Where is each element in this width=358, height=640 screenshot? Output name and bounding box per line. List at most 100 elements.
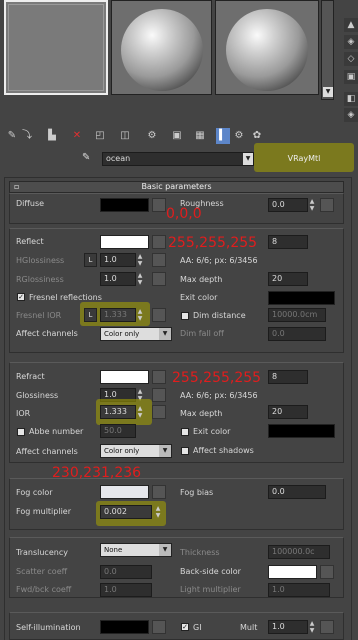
material-id-icon[interactable]: ⚙: [145, 128, 159, 144]
reflect-maxdepth-label: Max depth: [180, 275, 223, 284]
get-material-icon[interactable]: ✎: [5, 128, 19, 144]
translucency-mode: None: [104, 546, 123, 554]
material-slot-2[interactable]: [111, 0, 212, 95]
hgloss-spinner[interactable]: 1.0: [100, 253, 136, 267]
fog-rgb-annotation: 230,231,236: [52, 465, 142, 481]
affect-shadows-checkbox[interactable]: [181, 447, 189, 455]
abbe-spinner[interactable]: 50.0: [100, 424, 136, 438]
fog-color-map-button[interactable]: [152, 485, 166, 499]
refract-gloss-map-button[interactable]: [152, 388, 166, 402]
eyedropper-icon[interactable]: ✎: [82, 152, 94, 166]
reflect-maxdepth-spinner[interactable]: 20: [268, 272, 308, 286]
make-unique-icon[interactable]: ◰: [93, 128, 107, 144]
refract-map-button[interactable]: [152, 370, 166, 384]
roughness-map-button[interactable]: [320, 198, 334, 212]
refract-exit-checkbox[interactable]: [181, 428, 189, 436]
gi-checkbox[interactable]: ✓: [181, 623, 189, 631]
ior-arrows[interactable]: ▲ ▼: [136, 405, 144, 419]
fresnel-ior-map-button[interactable]: [152, 308, 166, 322]
fog-multiplier-arrows[interactable]: ▲ ▼: [154, 505, 162, 519]
refract-exit-label: Exit color: [193, 427, 231, 436]
self-illum-mult-map-button[interactable]: [320, 620, 334, 634]
fresnel-ior-arrows[interactable]: ▲ ▼: [136, 308, 144, 322]
material-slot-1[interactable]: [4, 0, 108, 95]
refract-affect-label: Affect channels: [16, 447, 78, 456]
self-illum-label: Self-illumination: [16, 623, 81, 632]
delete-icon[interactable]: ✕: [70, 128, 84, 144]
refract-affect-dropdown[interactable]: Color only ▼: [100, 444, 172, 458]
affect-shadows-label: Affect shadows: [193, 446, 254, 455]
sidebar-tool-6-icon[interactable]: ◈: [344, 108, 358, 122]
ior-spinner[interactable]: 1.333: [100, 405, 136, 419]
self-illum-mult-arrows[interactable]: ▲ ▼: [308, 620, 316, 634]
fresnel-ior-lock-button[interactable]: L: [84, 308, 97, 322]
back-side-color-swatch[interactable]: [268, 565, 317, 579]
reflect-subdivs-spinner[interactable]: 8: [268, 235, 308, 249]
translucency-dropdown[interactable]: None ▼: [100, 543, 172, 557]
abbe-label: Abbe number: [29, 427, 84, 436]
sidebar-tool-3-icon[interactable]: ◇: [344, 52, 358, 66]
rollout-toggle-icon[interactable]: ▫: [14, 182, 19, 192]
hgloss-arrows[interactable]: ▲ ▼: [136, 253, 144, 267]
rgloss-spinner[interactable]: 1.0: [100, 272, 136, 286]
reflect-affect-dropdown[interactable]: Color only ▼: [100, 327, 172, 341]
reflect-exit-color-swatch[interactable]: [268, 291, 335, 305]
back-side-map-button[interactable]: [320, 565, 334, 579]
scroll-down-icon[interactable]: ▼: [323, 87, 333, 97]
reflect-color-swatch[interactable]: [100, 235, 149, 249]
fresnel-checkbox[interactable]: ✓: [17, 293, 25, 301]
hgloss-label: HGlossiness: [16, 256, 65, 265]
rgloss-arrows[interactable]: ▲ ▼: [136, 272, 144, 286]
self-illum-mult-spinner[interactable]: 1.0: [268, 620, 308, 634]
refract-exit-color-swatch[interactable]: [268, 424, 335, 438]
diffuse-label: Diffuse: [16, 199, 45, 208]
reflect-map-button[interactable]: [152, 235, 166, 249]
slot-scrollbar[interactable]: ▼: [321, 0, 334, 100]
fresnel-ior-spinner[interactable]: 1.333: [100, 308, 136, 322]
dim-falloff-spinner[interactable]: 0.0: [268, 327, 326, 341]
roughness-arrows[interactable]: ▲ ▼: [308, 198, 316, 212]
material-name-dropdown-icon[interactable]: ▼: [243, 153, 253, 165]
abbe-checkbox[interactable]: [17, 428, 25, 436]
self-illum-color-swatch[interactable]: [100, 620, 149, 634]
refract-maxdepth-spinner[interactable]: 20: [268, 405, 308, 419]
show-map-icon[interactable]: ▣: [170, 128, 184, 144]
scatter-spinner[interactable]: 0.0: [100, 565, 152, 579]
go-parent-icon[interactable]: ⚙: [232, 128, 246, 144]
diffuse-color-swatch[interactable]: [100, 198, 149, 212]
dim-distance-checkbox[interactable]: [181, 312, 189, 320]
rollout-header[interactable]: ▫ Basic parameters: [9, 181, 344, 193]
assign-material-icon[interactable]: ⤵: [20, 128, 34, 144]
refract-color-swatch[interactable]: [100, 370, 149, 384]
material-slot-3[interactable]: [215, 0, 319, 95]
sidebar-tool-1-icon[interactable]: ▲: [344, 18, 358, 32]
put-to-scene-icon[interactable]: ▙: [45, 128, 59, 144]
light-multiplier-spinner[interactable]: 1.0: [268, 583, 330, 597]
self-illum-mult-label: Mult: [240, 623, 258, 632]
show-end-result-icon[interactable]: ▦: [193, 128, 207, 144]
sidebar-tool-5-icon[interactable]: ◧: [344, 92, 358, 106]
sidebar-tool-4-icon[interactable]: ▣: [344, 70, 358, 84]
rgloss-map-button[interactable]: [152, 272, 166, 286]
fog-bias-spinner[interactable]: 0.0: [268, 485, 326, 499]
show-in-viewport-icon[interactable]: ▍: [216, 128, 230, 144]
fog-color-swatch[interactable]: [100, 485, 149, 499]
diffuse-map-button[interactable]: [152, 198, 166, 212]
roughness-spinner[interactable]: 0.0: [268, 198, 308, 212]
refract-maxdepth-label: Max depth: [180, 409, 223, 418]
refract-subdivs-spinner[interactable]: 8: [268, 370, 308, 384]
put-to-library-icon[interactable]: ◫: [118, 128, 132, 144]
self-illum-map-button[interactable]: [152, 620, 166, 634]
gi-label: GI: [193, 623, 202, 632]
thickness-spinner[interactable]: 100000.0c: [268, 545, 330, 559]
fog-multiplier-spinner[interactable]: 0.002: [100, 505, 152, 519]
hgloss-lock-button[interactable]: L: [84, 253, 97, 267]
ior-map-button[interactable]: [152, 405, 166, 419]
material-type-button[interactable]: VRayMtl: [264, 152, 344, 166]
dim-distance-spinner[interactable]: 10000.0cm: [268, 308, 326, 322]
hgloss-map-button[interactable]: [152, 253, 166, 267]
sidebar-tool-2-icon[interactable]: ◈: [344, 35, 358, 49]
go-sibling-icon[interactable]: ✿: [250, 128, 264, 144]
material-name-field[interactable]: ocean ▼: [102, 152, 254, 166]
fwd-bck-spinner[interactable]: 1.0: [100, 583, 152, 597]
